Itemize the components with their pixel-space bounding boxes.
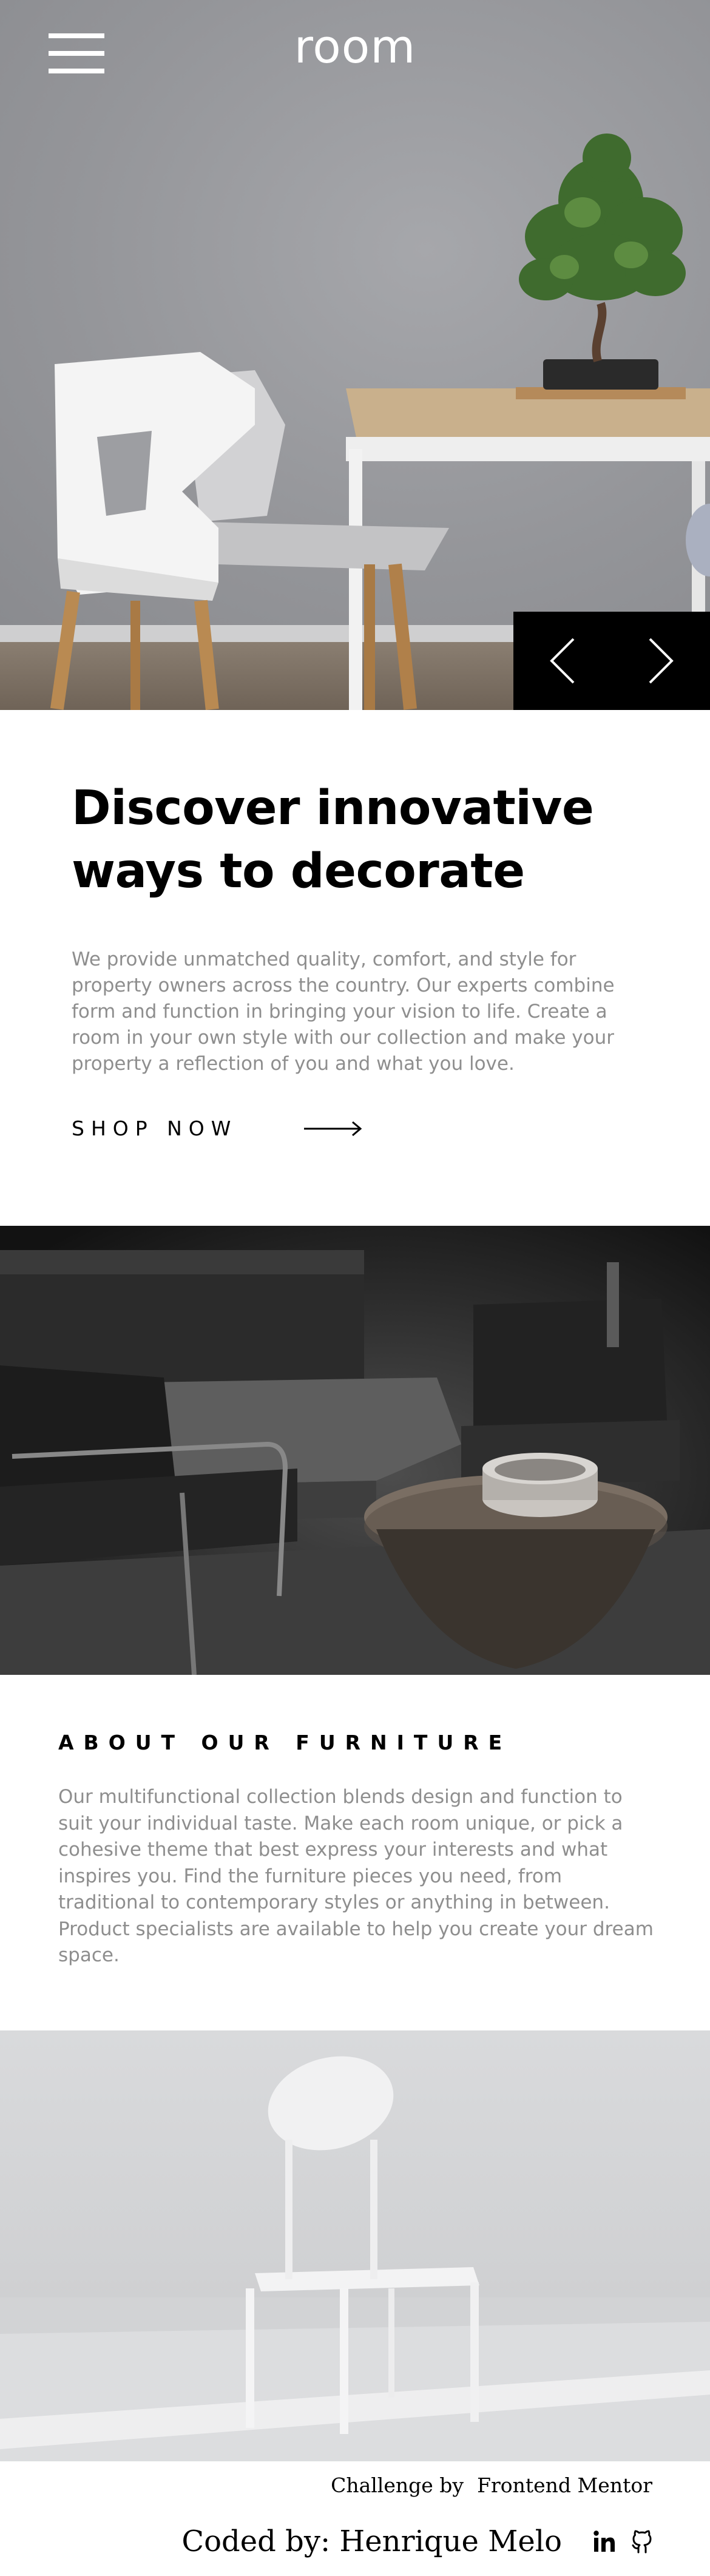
- dark-room-photo: [0, 1226, 710, 1675]
- logo[interactable]: room: [0, 19, 710, 73]
- chevron-left-icon: [550, 638, 575, 684]
- discover-body: We provide unmatched quality, comfort, a…: [72, 948, 615, 1075]
- hero-section: room: [0, 0, 710, 710]
- slider-controls: [513, 612, 710, 710]
- table-apron: [346, 437, 710, 461]
- shop-now-label: SHOP NOW: [72, 1117, 238, 1140]
- shop-now-link[interactable]: SHOP NOW: [72, 1117, 362, 1140]
- frontend-mentor-link[interactable]: Frontend Mentor: [477, 2473, 652, 2497]
- slider-next-button[interactable]: [612, 612, 710, 710]
- coded-by-line: Coded by: Henrique Melo: [181, 2524, 655, 2558]
- github-icon[interactable]: [629, 2528, 655, 2555]
- coded-by-text: Coded by: Henrique Melo: [181, 2524, 562, 2558]
- about-body: Our multifunctional collection blends de…: [58, 1786, 654, 1966]
- discover-title-line1: Discover innovative: [72, 781, 594, 836]
- discover-title-line2: ways to decorate: [72, 844, 525, 899]
- discover-title: Discover innovative ways to decorate: [72, 777, 618, 903]
- discover-section: Discover innovative ways to decorate We …: [0, 710, 710, 1226]
- right-edge-chair: [686, 504, 710, 576]
- dark-furniture-image: [0, 1226, 710, 1675]
- light-furniture-image: [0, 2030, 710, 2461]
- attribution-footer: Challenge by Frontend Mentor Coded by: He…: [0, 2461, 710, 2576]
- about-title: ABOUT OUR FURNITURE: [58, 1731, 512, 1754]
- bonsai-pot: [543, 359, 658, 390]
- slider-prev-button[interactable]: [513, 612, 612, 710]
- hero-image: [50, 134, 710, 710]
- linkedin-icon[interactable]: [592, 2529, 617, 2554]
- chevron-right-icon: [649, 638, 674, 684]
- challenge-attribution: Challenge by Frontend Mentor: [331, 2473, 652, 2497]
- arrow-right-icon: [304, 1121, 362, 1136]
- challenge-label: Challenge by: [331, 2473, 464, 2497]
- about-section: ABOUT OUR FURNITURE Our multifunctional …: [0, 1675, 710, 2030]
- bonsai-foliage: [519, 134, 686, 300]
- bonsai-trunk: [592, 302, 607, 362]
- table-leg-left: [349, 449, 362, 710]
- white-chair-photo: [0, 2030, 710, 2461]
